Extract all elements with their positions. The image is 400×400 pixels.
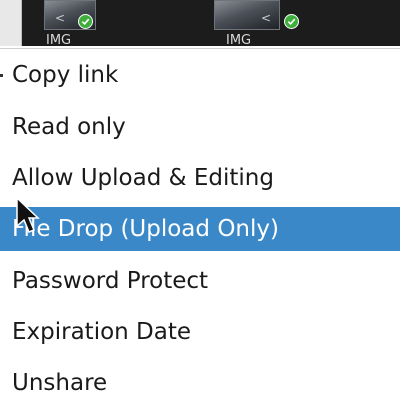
menu-item-allow-upload-editing[interactable]: Allow Upload & Editing [0,156,400,200]
menu-item-copy-link[interactable]: Copy link [0,53,400,97]
menu-item-expiration-date[interactable]: Expiration Date [0,310,400,354]
menu-item-unshare[interactable]: Unshare [0,361,400,400]
share-icon: < [261,11,272,25]
check-icon [284,14,299,29]
image-thumbnail: < [214,0,280,30]
menu-indicator-dot [0,74,3,77]
share-options-screen: < IMG < IMG Copy link Read only Allow Up… [0,0,400,400]
file-name: IMG [46,33,72,48]
file-tile[interactable]: < IMG [214,0,306,47]
share-icon: < [55,11,66,25]
file-tile[interactable]: < IMG [44,0,100,47]
share-options-menu: Copy link Read only Allow Upload & Editi… [0,48,400,400]
menu-item-password-protect[interactable]: Password Protect [0,259,400,303]
menu-item-file-drop[interactable]: File Drop (Upload Only) [0,207,400,251]
sidebar-edge [0,0,22,46]
file-name: IMG [226,33,252,48]
check-icon [78,14,93,29]
file-browser-backdrop: < IMG < IMG [0,0,400,47]
menu-item-read-only[interactable]: Read only [0,105,400,149]
